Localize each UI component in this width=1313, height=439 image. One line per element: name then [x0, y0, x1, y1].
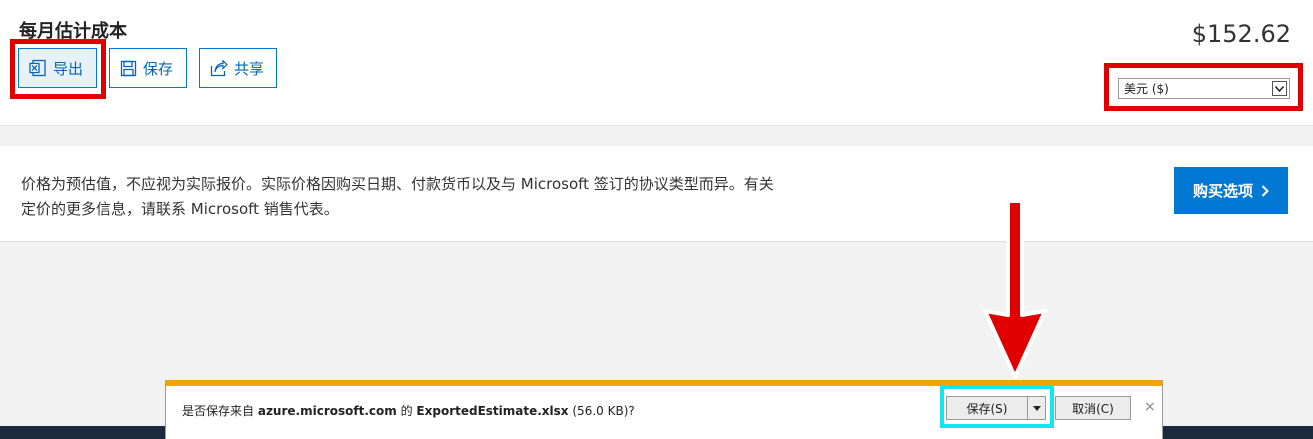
save-highlight-box [940, 385, 1054, 428]
notice-text: 价格为预估值，不应视为实际报价。实际价格因购买日期、付款货币以及与 Micros… [21, 172, 841, 222]
notice-line-1: 价格为预估值，不应视为实际报价。实际价格因购买日期、付款货币以及与 Micros… [21, 175, 774, 193]
floppy-save-icon [120, 60, 137, 76]
total-price: $152.62 [1191, 20, 1291, 48]
currency-highlight-box [1104, 63, 1303, 111]
download-message: 是否保存来自 azure.microsoft.com 的 ExportedEst… [182, 402, 635, 419]
notice-line-2: 定价的更多信息，请联系 Microsoft 销售代表。 [21, 200, 339, 218]
download-size: (56.0 KB)? [572, 404, 635, 418]
buy-options-button[interactable]: 购买选项 [1174, 167, 1288, 214]
close-icon[interactable]: × [1144, 399, 1156, 415]
save-label: 保存 [143, 59, 174, 78]
download-middle: 的 [400, 404, 413, 418]
download-domain: azure.microsoft.com [257, 404, 397, 418]
pricing-notice: 价格为预估值，不应视为实际报价。实际价格因购买日期、付款货币以及与 Micros… [0, 146, 1313, 242]
share-icon [210, 59, 228, 76]
download-prefix: 是否保存来自 [182, 404, 255, 418]
chevron-right-icon [1261, 184, 1269, 197]
share-label: 共享 [234, 59, 265, 78]
save-button[interactable]: 保存 [109, 48, 187, 88]
buy-options-label: 购买选项 [1192, 182, 1253, 200]
download-filename: ExportedEstimate.xlsx [416, 404, 569, 418]
download-cancel-button[interactable]: 取消(C) [1055, 396, 1131, 420]
share-button[interactable]: 共享 [199, 48, 277, 88]
export-highlight-box [10, 39, 106, 99]
annotation-arrow [983, 199, 1047, 379]
